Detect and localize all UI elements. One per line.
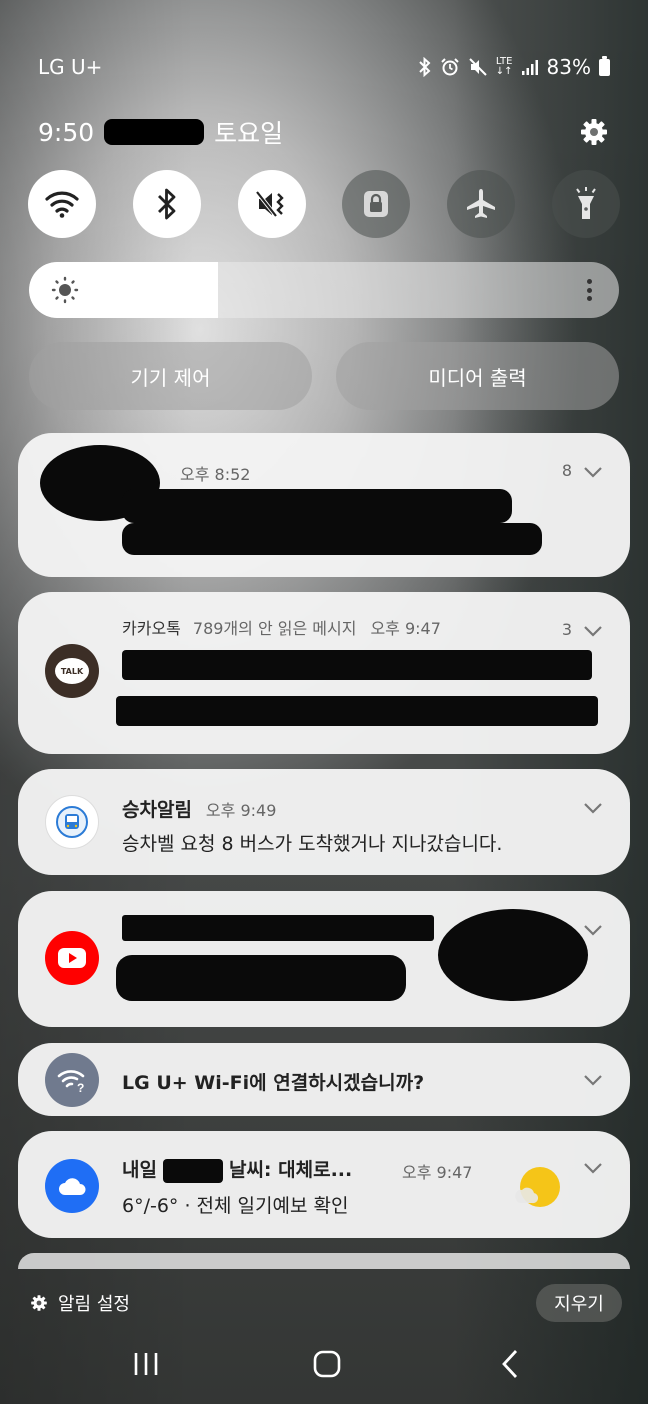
notification-card-weather[interactable]: 내일 날씨: 대체로... 오후 9:47 6°/-6° · 전체 일기예보 확인	[18, 1131, 630, 1238]
wifi-app-icon: ?	[45, 1053, 99, 1107]
partly-cloudy-icon	[515, 1167, 560, 1207]
wifi-icon	[45, 191, 79, 218]
notification-body: 6°/-6° · 전체 일기예보 확인	[122, 1195, 349, 1217]
chevron-down-icon[interactable]	[582, 923, 604, 937]
alarm-icon	[441, 58, 459, 76]
sound-toggle[interactable]	[237, 170, 306, 238]
chevron-down-icon[interactable]	[582, 1161, 604, 1175]
bus-app-icon	[45, 795, 99, 849]
wifi-question-icon: ?	[57, 1070, 84, 1093]
redacted-date	[104, 119, 205, 145]
redacted-message	[122, 650, 592, 680]
carrier-label: LG U+	[38, 55, 103, 79]
home-icon	[313, 1350, 341, 1378]
status-bar: LG U+ LTE ↓↑ 83%	[38, 52, 610, 82]
back-button[interactable]	[470, 1334, 550, 1394]
day-of-week: 토요일	[214, 119, 284, 148]
bluetooth-icon	[157, 188, 176, 220]
notification-time: 오후 9:47	[402, 1163, 473, 1182]
navigation-bar	[0, 1334, 648, 1394]
redacted-content	[122, 489, 512, 523]
notification-body: 승차벨 요청 8 버스가 도착했거나 지나갔습니다.	[122, 833, 503, 855]
clock: 9:50	[38, 117, 95, 147]
battery-icon	[599, 55, 610, 76]
notification-card-youtube[interactable]	[18, 891, 630, 1027]
notification-title: LG U+ Wi-Fi에 연결하시겠습니까?	[122, 1072, 425, 1094]
talk-bubble-icon: TALK	[55, 658, 89, 684]
mute-icon	[469, 58, 487, 76]
notification-count: 8	[561, 461, 572, 480]
settings-gear-icon[interactable]	[578, 116, 610, 148]
youtube-play-icon	[58, 948, 86, 968]
chevron-down-icon[interactable]	[582, 801, 604, 815]
notification-card-bus[interactable]: 승차알림 오후 9:49 승차벨 요청 8 버스가 도착했거나 지나갔습니다.	[18, 769, 630, 875]
airplane-icon	[467, 189, 496, 218]
back-chevron-icon	[502, 1350, 518, 1378]
cloud-icon	[59, 1178, 86, 1195]
youtube-app-icon	[45, 931, 99, 985]
chevron-down-icon[interactable]	[582, 1073, 604, 1087]
redacted-thumbnail	[438, 909, 588, 1001]
redacted-message	[116, 696, 598, 726]
chevron-down-icon[interactable]	[582, 465, 604, 479]
recent-apps-button[interactable]	[106, 1334, 186, 1394]
more-options-icon[interactable]	[583, 276, 595, 304]
wifi-toggle[interactable]	[28, 170, 96, 238]
notification-card-wifi[interactable]: ? LG U+ Wi-Fi에 연결하시겠습니까?	[18, 1043, 630, 1116]
clear-all-button[interactable]: 지우기	[536, 1284, 622, 1322]
redacted-body	[116, 955, 406, 1001]
lock-icon	[364, 191, 389, 217]
device-control-button[interactable]: 기기 제어	[29, 342, 312, 410]
signal-icon	[521, 60, 538, 75]
gear-icon	[31, 1295, 47, 1311]
notification-card-kakaotalk[interactable]: TALK 카카오톡 789개의 안 읽은 메시지 오후 9:47 3	[18, 592, 630, 754]
bus-icon	[56, 806, 88, 838]
notification-count: 3	[561, 620, 572, 639]
notification-time: 오후 8:52	[180, 465, 251, 484]
chevron-down-icon[interactable]	[582, 624, 604, 638]
weather-app-icon	[45, 1159, 99, 1213]
status-icons: LTE ↓↑ 83%	[418, 55, 610, 79]
notification-app-title: 승차알림 오후 9:49	[122, 799, 277, 821]
notification-title: 내일 날씨: 대체로...	[122, 1158, 353, 1183]
recents-icon	[134, 1353, 158, 1375]
rotation-lock-toggle[interactable]	[342, 170, 411, 238]
airplane-mode-toggle[interactable]	[447, 170, 516, 238]
flashlight-toggle[interactable]	[551, 170, 620, 238]
redacted-title	[122, 915, 434, 941]
quick-settings	[28, 170, 620, 238]
notification-card[interactable]: 오후 8:52 8	[18, 433, 630, 577]
home-button[interactable]	[287, 1334, 367, 1394]
datetime[interactable]: 9:50 토요일	[38, 114, 283, 150]
redacted-location	[162, 1158, 223, 1183]
redacted-content	[122, 523, 542, 555]
notification-settings-button[interactable]: 알림 설정	[30, 1290, 130, 1316]
notification-meta: 카카오톡 789개의 안 읽은 메시지 오후 9:47	[122, 619, 441, 638]
flashlight-icon	[576, 187, 596, 219]
bluetooth-toggle[interactable]	[132, 170, 201, 238]
bluetooth-icon	[419, 57, 431, 77]
lte-icon: LTE ↓↑	[495, 56, 513, 77]
kakaotalk-app-icon: TALK	[45, 644, 99, 698]
notification-card-partial[interactable]	[18, 1253, 630, 1269]
brightness-sun-icon	[51, 276, 79, 304]
battery-percent: 83%	[546, 55, 591, 79]
vibrate-mute-icon	[255, 190, 284, 218]
notification-settings-label: 알림 설정	[58, 1294, 130, 1315]
svg-text:?: ?	[77, 1081, 84, 1093]
time-row: 9:50 토요일	[38, 112, 610, 152]
brightness-slider[interactable]	[29, 262, 619, 318]
media-output-button[interactable]: 미디어 출력	[336, 342, 619, 410]
panel-buttons: 기기 제어 미디어 출력	[29, 342, 619, 410]
